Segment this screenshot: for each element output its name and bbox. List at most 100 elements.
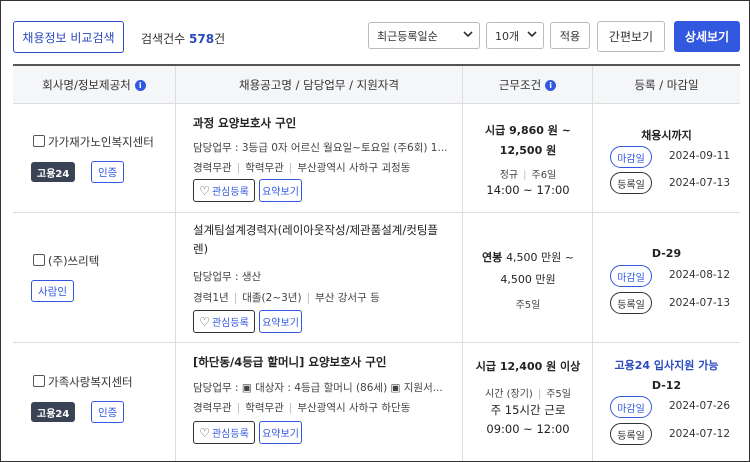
company-name[interactable]: 가족사랑복지센터 <box>48 374 133 390</box>
work-days: 주6일 <box>531 170 557 181</box>
deadline-date: 2024-09-11 <box>669 150 731 162</box>
pay-line1: 연봉 4,500 만원 ~ <box>463 249 593 265</box>
cert-tag[interactable]: 인증 <box>91 161 125 183</box>
header-company: 회사명/정보제공처 i <box>13 66 176 104</box>
pay-line1: 시급 12,400 원 이상 <box>463 358 593 374</box>
job-title[interactable]: 설계팀설계경력자(레이아웃작성/제관품설계/컷팅플렌) <box>193 221 453 259</box>
pay-line2: 4,500 만원 <box>500 273 556 286</box>
conditions-cell: 시급 9,860 원 ~ 12,500 원 정규 | 주6일 14:00 ~ 17:… <box>463 104 593 212</box>
header-posting-label: 채용공고명 / 담당업무 / 지원자격 <box>239 78 399 92</box>
header-dates-label: 등록 / 마감일 <box>634 78 699 92</box>
table-row: (주)쓰리텍 사람인 설계팀설계경력자(레이아웃작성/제관품설계/컷팅플렌) 담… <box>13 213 740 343</box>
deadline-text: D-12 <box>651 379 682 392</box>
favorite-label: 관심등록 <box>211 429 249 440</box>
source-tag-saramin[interactable]: 사람인 <box>31 280 74 302</box>
chevron-down-icon <box>463 29 473 42</box>
meta-education: 대졸(2~3년) <box>242 292 302 304</box>
pay-amount: 4,500 만원 ~ <box>506 251 575 264</box>
company-cell: (주)쓰리텍 사람인 <box>13 213 176 342</box>
per-page-select[interactable]: 10개 <box>486 22 544 49</box>
meta-location: 부산광역시 사하구 괴정동 <box>297 162 411 174</box>
job-meta: 경력무관 | 학력무관 | 부산광역시 사하구 하단동 <box>193 402 411 414</box>
conditions-cell: 연봉 4,500 만원 ~ 4,500 만원 주5일 <box>463 213 593 342</box>
company-name[interactable]: (주)쓰리텍 <box>48 253 99 269</box>
simple-view-button[interactable]: 간편보기 <box>597 21 665 52</box>
info-icon[interactable]: i <box>134 79 146 91</box>
work-hours: 14:00 ~ 17:00 <box>486 183 570 197</box>
favorite-label: 관심등록 <box>211 318 249 329</box>
deadline-date: 2024-07-26 <box>669 400 731 412</box>
employment-info: 정규 | 주6일 <box>499 170 557 181</box>
table-row: 가족사랑복지센터 고용24 인증 [하단동/4등급 할머니] 요양보호사 구인 … <box>13 343 740 461</box>
summary-button[interactable]: 요약보기 <box>259 421 302 444</box>
job-title[interactable]: 과정 요양보호사 구인 <box>193 114 453 133</box>
row-checkbox[interactable] <box>33 375 45 387</box>
favorite-button[interactable]: ♡ 관심등록 <box>193 310 255 333</box>
header-company-label: 회사명/정보제공처 <box>42 78 131 92</box>
posting-cell: [하단동/4등급 할머니] 요양보호사 구인 담당업무 : ▣ 대상자 : 4등… <box>176 343 463 461</box>
toolbar: 채용정보 비교검색 검색건수 578건 최근등록일순 10개 적용 간편보기 상… <box>0 0 750 64</box>
dates-cell: D-29 마감일 2024-08-12 등록일 2024-07-13 <box>593 213 740 342</box>
compare-search-button[interactable]: 채용정보 비교검색 <box>13 21 124 53</box>
work-days: 주5일 <box>546 389 571 400</box>
company-name[interactable]: 가가재가노인복지센터 <box>48 134 154 150</box>
job-duty: 담당업무 : 생산 <box>193 271 262 283</box>
summary-button[interactable]: 요약보기 <box>259 310 302 333</box>
deadline-text: 채용시까지 <box>641 129 692 142</box>
registered-pill: 등록일 <box>610 423 652 445</box>
registered-date: 2024-07-12 <box>669 428 731 440</box>
header-posting: 채용공고명 / 담당업무 / 지원자격 <box>176 66 463 104</box>
pay-amount: 9,860 원 ~ <box>509 124 571 137</box>
weekly-hours: 주 15시간 근로 <box>490 403 566 417</box>
apply-button[interactable]: 적용 <box>550 22 590 49</box>
posting-cell: 과정 요양보호사 구인 담당업무 : 3등급 0자 어르신 월요일~토요일 (주… <box>176 104 463 212</box>
count-suffix: 건 <box>214 32 226 46</box>
pay-line2: 12,500 원 <box>499 144 557 157</box>
registered-date: 2024-07-13 <box>669 297 731 309</box>
registered-date: 2024-07-13 <box>669 177 731 189</box>
summary-button[interactable]: 요약보기 <box>259 179 302 202</box>
header-conditions-label: 근무조건 <box>498 78 542 92</box>
info-icon[interactable]: i <box>545 79 557 91</box>
pay-type: 연봉 <box>481 251 503 264</box>
registered-pill: 등록일 <box>610 172 652 194</box>
pay-type: 시급 <box>475 360 496 373</box>
per-page-select-value: 10개 <box>495 29 520 43</box>
table-header: 회사명/정보제공처 i 채용공고명 / 담당업무 / 지원자격 근무조건 i 등록 … <box>13 64 740 104</box>
favorite-label: 관심등록 <box>211 187 249 198</box>
pay-type: 시급 <box>485 124 506 137</box>
dates-cell: 고용24 입사지원 가능 D-12 마감일 2024-07-26 등록일 202… <box>593 343 740 461</box>
source-tag-goyong24: 고용24 <box>31 162 76 182</box>
row-checkbox[interactable] <box>33 135 45 147</box>
company-cell: 가가재가노인복지센터 고용24 인증 <box>13 104 176 212</box>
job-meta: 경력1년 | 대졸(2~3년) | 부산 강서구 등 <box>193 292 380 304</box>
meta-education: 학력무관 <box>245 162 284 174</box>
deadline-text: D-29 <box>651 247 682 260</box>
job-title[interactable]: [하단동/4등급 할머니] 요양보호사 구인 <box>193 353 453 372</box>
count-prefix: 검색건수 <box>141 32 186 46</box>
detail-view-button[interactable]: 상세보기 <box>674 21 740 52</box>
row-checkbox[interactable] <box>33 254 45 266</box>
chevron-down-icon <box>527 29 537 42</box>
employment-type: 시간 (장기) <box>485 389 533 400</box>
work-hours: 09:00 ~ 12:00 <box>486 422 570 436</box>
header-conditions: 근무조건 i <box>463 66 593 104</box>
job-duty: 담당업무 : 3등급 0자 어르신 월요일~토요일 (주6회) 1... <box>193 142 448 154</box>
heart-icon: ♡ <box>199 425 210 440</box>
favorite-button[interactable]: ♡ 관심등록 <box>193 421 255 444</box>
cert-tag[interactable]: 인증 <box>91 401 125 423</box>
meta-education: 학력무관 <box>245 402 284 414</box>
header-dates: 등록 / 마감일 <box>593 66 740 104</box>
conditions-cell: 시급 12,400 원 이상 시간 (장기) | 주5일 주 15시간 근로 09:… <box>463 343 593 461</box>
job-duty: 담당업무 : ▣ 대상자 : 4등급 할머니 (86세) ▣ 지원서... <box>193 382 443 394</box>
table-row: 가가재가노인복지센터 고용24 인증 과정 요양보호사 구인 담당업무 : 3등… <box>13 104 740 213</box>
deadline-pill: 마감일 <box>610 265 652 287</box>
favorite-button[interactable]: ♡ 관심등록 <box>193 179 255 202</box>
sort-select-value: 최근등록일순 <box>377 29 438 43</box>
sort-select[interactable]: 최근등록일순 <box>368 22 480 49</box>
deadline-pill: 마감일 <box>610 146 652 168</box>
dates-cell: 채용시까지 마감일 2024-09-11 등록일 2024-07-13 <box>593 104 740 212</box>
company-cell: 가족사랑복지센터 고용24 인증 <box>13 343 176 461</box>
work-days: 주5일 <box>515 300 541 311</box>
meta-location: 부산광역시 사하구 하단동 <box>297 402 411 414</box>
